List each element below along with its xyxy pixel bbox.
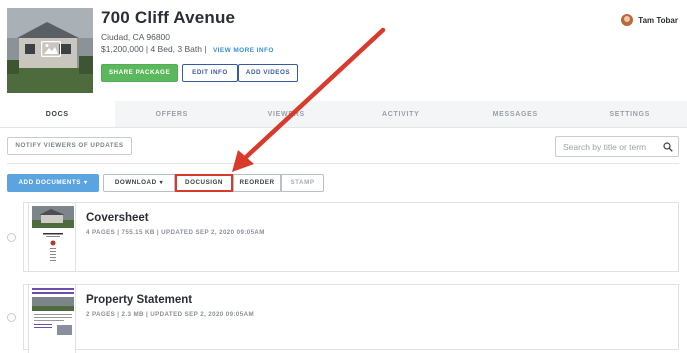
document-meta: 2 PAGES | 2.3 MB | UPDATED SEP 2, 2020 0…: [86, 311, 255, 318]
document-meta: 4 PAGES | 755.15 KB | UPDATED SEP 2, 202…: [86, 229, 265, 236]
tab-settings[interactable]: SETTINGS: [573, 101, 687, 127]
listing-city: Ciudad, CA 96800: [101, 32, 170, 42]
search-box: [555, 136, 679, 157]
stamp-button[interactable]: STAMP: [281, 174, 324, 192]
listing-details: $1,200,000 | 4 Bed, 3 Bath | VIEW MORE I…: [101, 44, 274, 54]
tab-docs[interactable]: DOCS: [0, 101, 115, 127]
tab-offers[interactable]: OFFERS: [115, 101, 230, 127]
download-button[interactable]: DOWNLOAD ▾: [103, 174, 175, 192]
tab-bar: DOCS OFFERS VIEWERS ACTIVITY MESSAGES SE…: [0, 101, 687, 128]
share-package-button[interactable]: SHARE PACKAGE: [101, 64, 178, 82]
tab-activity[interactable]: ACTIVITY: [344, 101, 459, 127]
tab-messages[interactable]: MESSAGES: [458, 101, 573, 127]
listing-title: 700 Cliff Avenue: [101, 8, 236, 27]
chevron-down-icon: ▾: [159, 180, 164, 186]
list-item[interactable]: Coversheet 4 PAGES | 755.15 KB | UPDATED…: [23, 202, 679, 272]
add-documents-button[interactable]: ADD DOCUMENTS ▾: [7, 174, 99, 192]
document-thumbnail[interactable]: [28, 284, 76, 353]
docusign-button[interactable]: DOCUSIGN: [175, 174, 233, 192]
edit-info-button[interactable]: EDIT INFO: [182, 64, 238, 82]
reorder-button[interactable]: REORDER: [233, 174, 281, 192]
list-item[interactable]: Property Statement 2 PAGES | 2.3 MB | UP…: [23, 284, 679, 353]
avatar: [621, 14, 634, 26]
coversheet-preview: [32, 206, 74, 261]
add-videos-button[interactable]: ADD VIDEOS: [238, 64, 298, 82]
document-select-radio[interactable]: [7, 313, 16, 322]
document-title[interactable]: Property Statement: [86, 294, 192, 306]
download-label: DOWNLOAD: [114, 179, 157, 186]
search-input[interactable]: [563, 140, 661, 153]
notify-viewers-button[interactable]: NOTIFY VIEWERS OF UPDATES: [7, 137, 132, 155]
document-thumbnail[interactable]: [28, 202, 76, 272]
property-photo[interactable]: [7, 8, 93, 93]
tab-viewers[interactable]: VIEWERS: [229, 101, 344, 127]
property-statement-preview: [32, 288, 74, 335]
search-icon[interactable]: [663, 142, 673, 152]
divider: [7, 163, 679, 164]
listing-header: 700 Cliff Avenue Ciudad, CA 96800 $1,200…: [0, 0, 687, 101]
add-documents-label: ADD DOCUMENTS: [18, 179, 81, 186]
chevron-down-icon: ▾: [83, 180, 88, 186]
user-name: Tam Tobar: [638, 15, 678, 25]
listing-price-beds: $1,200,000 | 4 Bed, 3 Bath |: [101, 44, 207, 54]
document-title[interactable]: Coversheet: [86, 212, 149, 224]
user-menu[interactable]: Tam Tobar: [621, 13, 678, 27]
image-icon: [41, 41, 61, 57]
document-select-radio[interactable]: [7, 233, 16, 242]
view-more-info-link[interactable]: VIEW MORE INFO: [213, 47, 274, 54]
